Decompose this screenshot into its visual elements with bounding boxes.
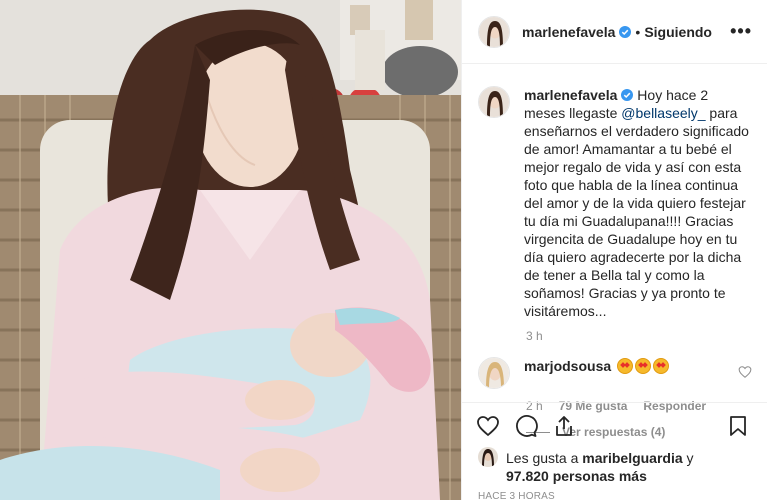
share-icon[interactable] bbox=[550, 412, 578, 440]
bookmark-icon[interactable] bbox=[724, 412, 752, 440]
caption-text: marlenefavela Hoy hace 2 meses llegaste … bbox=[524, 86, 752, 320]
likes-summary: Les gusta a maribelguardia y 97.820 pers… bbox=[474, 447, 752, 485]
star-struck-emoji bbox=[635, 358, 652, 374]
caption: marlenefavela Hoy hace 2 meses llegaste … bbox=[478, 86, 752, 320]
post-photo[interactable] bbox=[0, 0, 461, 500]
liker-avatar[interactable] bbox=[478, 447, 498, 467]
caption-avatar[interactable] bbox=[478, 86, 510, 118]
caption-mention-link[interactable]: @bellaseely_ bbox=[621, 105, 705, 121]
commenter-username[interactable]: marjodsousa bbox=[524, 358, 611, 374]
author-avatar[interactable] bbox=[478, 15, 510, 48]
commenter-avatar[interactable] bbox=[478, 357, 510, 389]
header-separator: • bbox=[635, 23, 641, 40]
more-icon[interactable]: ••• bbox=[730, 21, 752, 42]
action-icons bbox=[474, 409, 752, 443]
comment-like-heart-icon[interactable] bbox=[738, 365, 752, 379]
post-actions: Les gusta a maribelguardia y 97.820 pers… bbox=[462, 402, 767, 500]
liker-username[interactable]: maribelguardia bbox=[582, 450, 682, 466]
author-username[interactable]: marlenefavela bbox=[522, 24, 615, 40]
post-timestamp: HACE 3 HORAS bbox=[478, 491, 555, 500]
star-struck-emoji bbox=[617, 358, 634, 374]
comment-item: marjodsousa bbox=[478, 357, 752, 389]
comment-text: marjodsousa bbox=[524, 357, 670, 375]
likes-conj: y bbox=[682, 450, 694, 466]
photo-illustration bbox=[0, 0, 461, 500]
post-details-panel: marlenefavela • Siguiendo ••• marlenefav… bbox=[461, 0, 767, 500]
star-struck-emoji bbox=[653, 358, 670, 374]
heart-icon[interactable] bbox=[474, 412, 502, 440]
comment-icon[interactable] bbox=[512, 412, 540, 440]
caption-time: 3 h bbox=[526, 329, 543, 343]
caption-username[interactable]: marlenefavela bbox=[524, 87, 617, 103]
likes-prefix: Les gusta a bbox=[506, 450, 583, 466]
following-button[interactable]: Siguiendo bbox=[644, 24, 712, 40]
caption-text-after: para enseñarnos el verdadero significado… bbox=[524, 105, 749, 319]
likes-count[interactable]: 97.820 personas más bbox=[506, 468, 647, 484]
post-header: marlenefavela • Siguiendo ••• bbox=[462, 0, 767, 64]
verified-badge-icon bbox=[619, 25, 632, 38]
comments-section: marlenefavela Hoy hace 2 meses llegaste … bbox=[462, 64, 767, 439]
likes-text: Les gusta a maribelguardia y 97.820 pers… bbox=[506, 449, 694, 485]
verified-badge-icon bbox=[621, 89, 634, 101]
